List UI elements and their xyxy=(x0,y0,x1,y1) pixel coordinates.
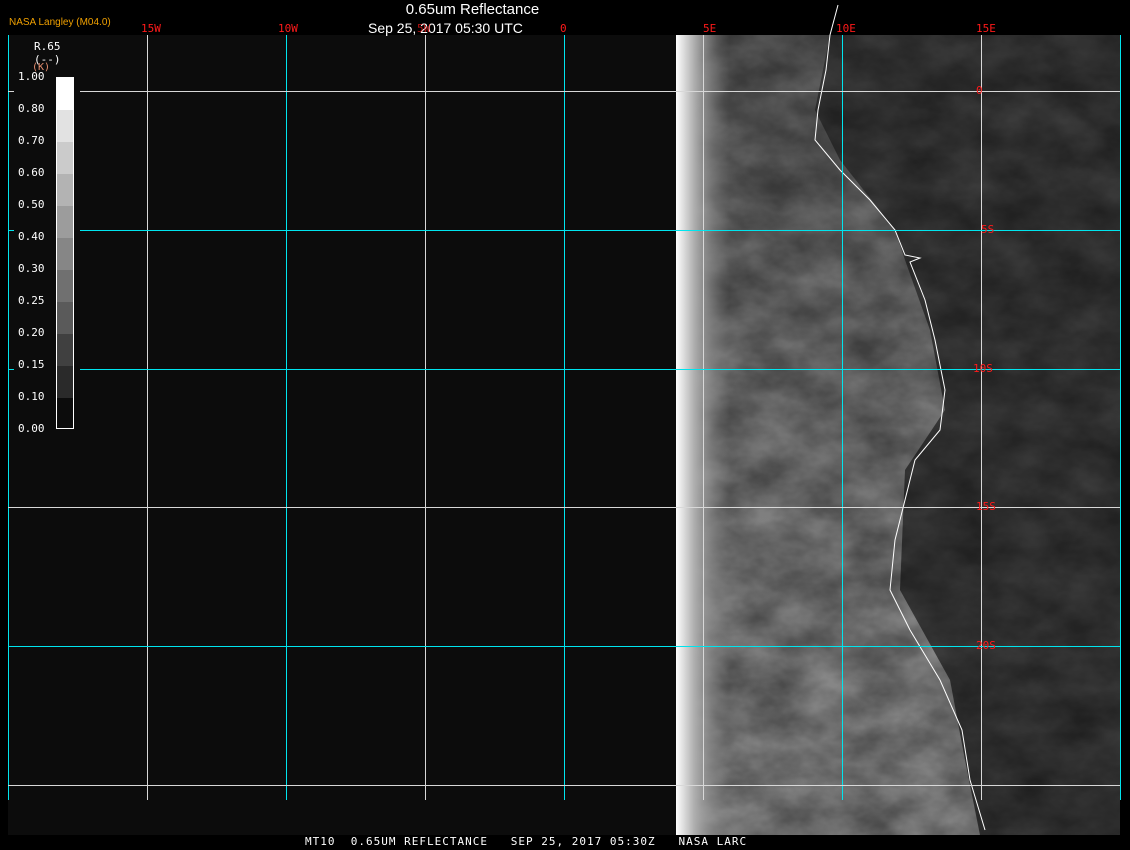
legend-tick-label: 0.20 xyxy=(18,326,45,339)
legend-tick-label: 0.15 xyxy=(18,358,45,371)
image-timestamp: Sep 25, 2017 05:30 UTC xyxy=(368,20,523,36)
producer-credit: NASA Langley (M04.0) xyxy=(9,17,111,28)
latitude-label: 20S xyxy=(976,639,996,652)
legend-color-segment xyxy=(57,302,73,334)
legend-tick-label: 0.10 xyxy=(18,390,45,403)
latitude-label: 5S xyxy=(981,223,995,236)
legend-color-segment xyxy=(57,206,73,238)
legend-tick-label: 0.60 xyxy=(18,166,45,179)
legend-color-segment xyxy=(57,334,73,366)
footer-caption: MT10 0.65UM REFLECTANCE SEP 25, 2017 05:… xyxy=(305,835,748,848)
legend-tick-label: 0.30 xyxy=(18,262,45,275)
legend-tick-label: 0.80 xyxy=(18,102,45,115)
legend-color-segment xyxy=(57,110,73,142)
legend-tick-label: 0.00 xyxy=(18,422,45,435)
legend-tick-label: 1.00 xyxy=(18,70,45,83)
longitude-label: 10E xyxy=(836,22,856,35)
longitude-label: 5E xyxy=(703,22,717,35)
latitude-label: 0 xyxy=(976,84,983,97)
legend-color-segment xyxy=(57,238,73,270)
image-title: 0.65um Reflectance xyxy=(405,1,540,18)
legend-color-segment xyxy=(57,366,73,398)
legend-variable: R.65 xyxy=(34,40,61,53)
legend-color-bar xyxy=(56,77,74,429)
longitude-label: 10W xyxy=(278,22,298,35)
legend-color-segment xyxy=(57,78,73,110)
longitude-label: 0 xyxy=(560,22,567,35)
color-legend: R.65 (--) (K) 1.00 0.80 0.70 0.60 0.50 0.40 0.… xyxy=(14,38,80,441)
longitude-label: 15E xyxy=(976,22,996,35)
legend-tick-label: 0.40 xyxy=(18,230,45,243)
latitude-label: 10S xyxy=(973,362,993,375)
legend-tick-label: 0.25 xyxy=(18,294,45,307)
legend-tick-label: 0.70 xyxy=(18,134,45,147)
legend-color-segment xyxy=(57,398,73,428)
graticule xyxy=(8,35,1121,800)
legend-tick-label: 0.50 xyxy=(18,198,45,211)
latitude-label: 15S xyxy=(976,500,996,513)
legend-color-segment xyxy=(57,174,73,206)
longitude-label: 5W xyxy=(417,22,431,35)
longitude-label: 15W xyxy=(141,22,161,35)
legend-color-segment xyxy=(57,142,73,174)
legend-color-segment xyxy=(57,270,73,302)
